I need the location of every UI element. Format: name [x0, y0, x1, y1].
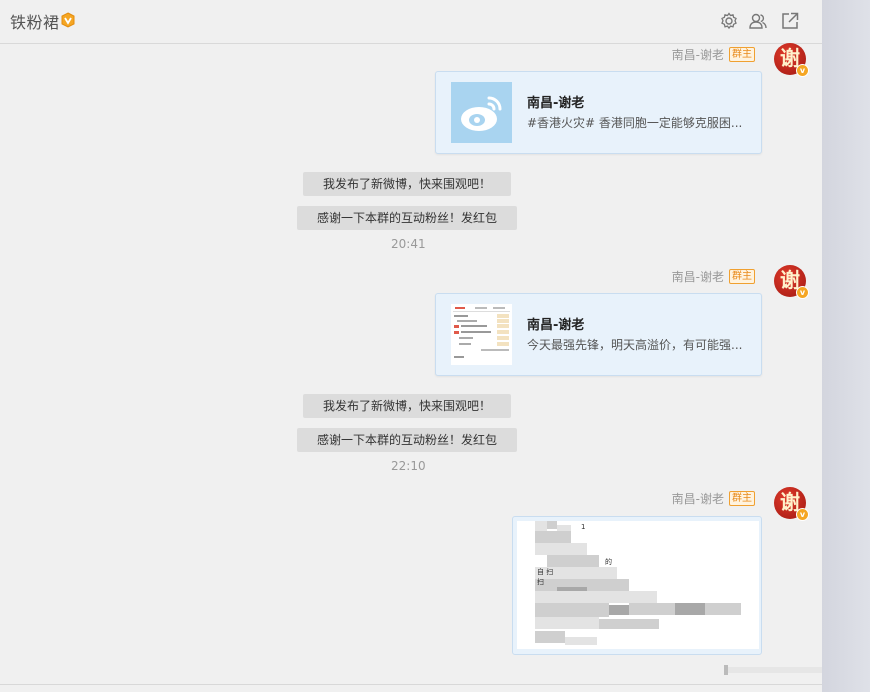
weibo-logo-icon — [451, 82, 512, 143]
system-message-posted: 我发布了新微博，快来围观吧！ — [303, 172, 511, 196]
card-description: 今天最强先锋，明天高溢价，有可能强... — [527, 338, 743, 352]
owner-badge: 群主 — [729, 269, 755, 284]
sender-name: 南昌-谢老 — [671, 492, 724, 506]
card-description: #香港火灾# 香港同胞一定能够克服困... — [527, 116, 743, 130]
timestamp: 22:10 — [391, 459, 426, 473]
card-title: 南昌-谢老 — [527, 318, 585, 333]
chat-header: 铁粉裙 — [0, 0, 822, 44]
timestamp: 20:41 — [391, 237, 426, 251]
owner-badge: 群主 — [729, 491, 755, 506]
side-panel — [822, 0, 870, 692]
system-message-thanks: 感谢一下本群的互动粉丝！发红包 — [297, 428, 517, 452]
avatar[interactable]: 谢 v — [774, 487, 809, 521]
avatar-verified-icon: v — [796, 64, 809, 77]
chat-window: 铁粉裙 南昌-谢老 群主 谢 v 南昌-谢老 #香港火灾# 香港同胞一定能够克服… — [0, 0, 860, 692]
avatar-verified-icon: v — [796, 508, 809, 521]
verified-badge-icon — [60, 12, 76, 28]
popout-icon[interactable] — [780, 11, 800, 31]
members-icon[interactable] — [748, 11, 768, 31]
image-message[interactable]: 1 的 自 扫 扫 — [512, 516, 762, 655]
blurred-image: 1 的 自 扫 扫 — [517, 521, 759, 649]
owner-badge: 群主 — [729, 47, 755, 62]
group-title: 铁粉裙 — [10, 13, 60, 32]
screenshot-thumbnail — [451, 304, 512, 365]
avatar-verified-icon: v — [796, 286, 809, 299]
divider — [0, 684, 822, 685]
avatar[interactable]: 谢 v — [774, 43, 809, 77]
sender-name: 南昌-谢老 — [671, 270, 724, 284]
system-message-posted: 我发布了新微博，快来围观吧！ — [303, 394, 511, 418]
system-message-thanks: 感谢一下本群的互动粉丝！发红包 — [297, 206, 517, 230]
avatar[interactable]: 谢 v — [774, 265, 809, 299]
settings-icon[interactable] — [719, 11, 739, 31]
weibo-share-card[interactable]: 南昌-谢老 #香港火灾# 香港同胞一定能够克服困... — [435, 71, 762, 154]
weibo-share-card[interactable]: 南昌-谢老 今天最强先锋，明天高溢价，有可能强... — [435, 293, 762, 376]
card-title: 南昌-谢老 — [527, 96, 585, 111]
sender-name: 南昌-谢老 — [671, 48, 724, 62]
